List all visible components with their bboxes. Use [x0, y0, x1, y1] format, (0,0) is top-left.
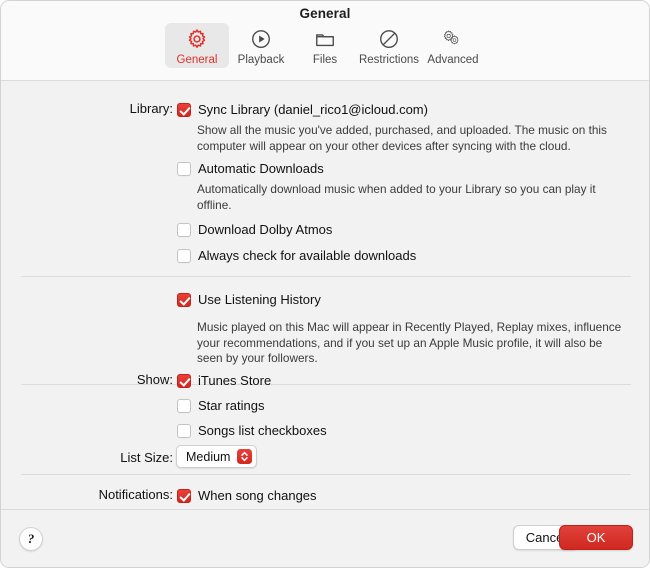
list-size-popup-button[interactable]: Medium	[176, 445, 257, 468]
tab-advanced-label: Advanced	[427, 54, 478, 66]
preferences-toolbar: General General Playbac	[1, 1, 649, 81]
tab-restrictions-label: Restrictions	[359, 54, 419, 66]
list-size-field-label: List Size:	[13, 450, 173, 465]
use-listening-history-label: Use Listening History	[198, 291, 321, 308]
preferences-content: Library: Sync Library (daniel_rico1@iclo…	[1, 81, 649, 509]
automatic-downloads-label: Automatic Downloads	[198, 160, 324, 177]
checkbox-sync-library[interactable]: Sync Library (daniel_rico1@icloud.com)	[177, 101, 428, 118]
checkbox-automatic-downloads[interactable]: Automatic Downloads	[177, 160, 324, 177]
notifications-field-label: Notifications:	[13, 487, 173, 502]
checkbox-songs-list-checkboxes[interactable]: Songs list checkboxes	[177, 422, 327, 439]
tab-advanced[interactable]: Advanced	[421, 23, 485, 68]
tab-restrictions[interactable]: Restrictions	[357, 23, 421, 68]
download-dolby-atmos-label: Download Dolby Atmos	[198, 221, 332, 238]
star-ratings-label: Star ratings	[198, 397, 264, 414]
separator-list-size	[21, 474, 631, 475]
tab-files-label: Files	[313, 54, 337, 66]
list-size-value: Medium	[186, 450, 230, 464]
checkbox-download-dolby-atmos[interactable]: Download Dolby Atmos	[177, 221, 332, 238]
star-ratings-checkbox-box[interactable]	[177, 399, 191, 413]
chevron-up-down-icon	[237, 449, 252, 464]
folder-icon	[314, 26, 336, 52]
listening-history-description: Music played on this Mac will appear in …	[197, 320, 627, 367]
sync-library-label: Sync Library (daniel_rico1@icloud.com)	[198, 101, 428, 118]
songs-list-checkboxes-label: Songs list checkboxes	[198, 422, 327, 439]
when-song-changes-checkbox-box[interactable]	[177, 489, 191, 503]
checkbox-star-ratings[interactable]: Star ratings	[177, 397, 264, 414]
preferences-window: General General Playbac	[0, 0, 650, 568]
always-check-downloads-checkbox-box[interactable]	[177, 249, 191, 263]
tab-general-label: General	[177, 54, 218, 66]
library-field-label: Library:	[13, 101, 173, 116]
gears-icon	[441, 26, 465, 52]
play-circle-icon	[250, 26, 272, 52]
toolbar-tab-list: General Playback Files	[1, 23, 649, 68]
checkbox-use-listening-history[interactable]: Use Listening History	[177, 291, 321, 308]
tab-general[interactable]: General	[165, 23, 229, 68]
separator-library	[21, 276, 631, 277]
itunes-store-checkbox-box[interactable]	[177, 374, 191, 388]
checkbox-always-check-downloads[interactable]: Always check for available downloads	[177, 247, 416, 264]
no-entry-icon	[378, 26, 400, 52]
itunes-store-label: iTunes Store	[198, 372, 271, 389]
songs-list-checkboxes-checkbox-box[interactable]	[177, 424, 191, 438]
dialog-footer: ? Cancel OK	[1, 509, 649, 567]
download-dolby-atmos-checkbox-box[interactable]	[177, 223, 191, 237]
checkbox-itunes-store[interactable]: iTunes Store	[177, 372, 271, 389]
checkbox-when-song-changes[interactable]: When song changes	[177, 487, 317, 504]
help-button[interactable]: ?	[19, 527, 43, 551]
window-title: General	[1, 6, 649, 21]
gear-icon	[186, 26, 208, 52]
always-check-downloads-label: Always check for available downloads	[198, 247, 416, 264]
tab-files[interactable]: Files	[293, 23, 357, 68]
use-listening-history-checkbox-box[interactable]	[177, 293, 191, 307]
tab-playback[interactable]: Playback	[229, 23, 293, 68]
automatic-downloads-checkbox-box[interactable]	[177, 162, 191, 176]
sync-library-checkbox-box[interactable]	[177, 103, 191, 117]
show-field-label: Show:	[13, 372, 173, 387]
ok-button[interactable]: OK	[559, 525, 633, 550]
automatic-downloads-description: Automatically download music when added …	[197, 182, 597, 213]
tab-playback-label: Playback	[238, 54, 285, 66]
sync-library-description: Show all the music you've added, purchas…	[197, 123, 612, 154]
when-song-changes-label: When song changes	[198, 487, 317, 504]
